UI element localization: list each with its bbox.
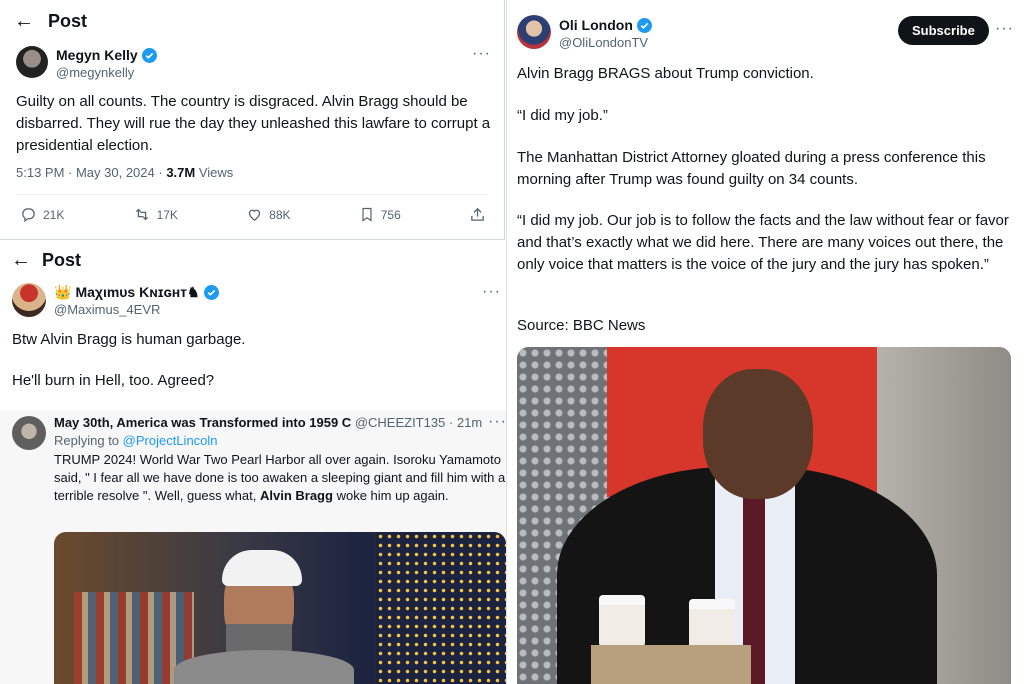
verified-badge-icon [141, 47, 157, 63]
reply-prefix: Replying to [54, 433, 120, 448]
back-arrow-icon[interactable]: ← [0, 10, 48, 33]
author-name-row: Megyn Kelly [56, 47, 157, 63]
post-paragraph-3: The Manhattan District Attorney gloated … [517, 149, 986, 188]
view-count: 3.7M [166, 165, 196, 180]
megyn-kelly-post: ← Post Megyn Kelly @megynkelly ··· Guilt… [0, 0, 505, 240]
views-label: Views [198, 165, 234, 180]
author-handle[interactable]: @OliLondonTV [559, 35, 648, 50]
repost-icon [135, 208, 148, 221]
maximus-knight-post: ← Post 👑 Maχιmυs Kɴɪɢʜᴛ♞ @Maximus_4EVR ·… [0, 241, 510, 413]
back-arrow-icon[interactable]: ← [0, 249, 42, 272]
white-cap-shape [222, 550, 302, 586]
post-paragraph-2: “I did my job.” [517, 107, 608, 124]
avatar[interactable] [517, 15, 551, 49]
attached-video-image[interactable] [54, 532, 506, 684]
page-title: Post [42, 249, 82, 270]
share-icon [471, 207, 484, 221]
post-header: ← Post [0, 0, 504, 42]
bookmark-count: 756 [380, 207, 401, 222]
reply-count: 21K [43, 207, 65, 222]
post-text-bold: Alvin Bragg [259, 488, 333, 503]
coffee-cup-right-shape [689, 599, 735, 651]
post-paragraph-4: “I did my job. Our job is to follow the … [517, 212, 1009, 273]
share-button[interactable] [469, 206, 486, 223]
reply-context: Replying to @ProjectLincoln [54, 433, 218, 448]
post-text: Guilty on all counts. The country is dis… [16, 93, 491, 154]
post-paragraph-1: Alvin Bragg BRAGS about Trump conviction… [517, 65, 814, 82]
action-bar: 21K 17K 88K 756 [20, 206, 486, 223]
heart-icon [249, 209, 261, 221]
coffee-cup-left-shape [599, 595, 645, 647]
reply-to-link[interactable]: @ProjectLincoln [123, 433, 218, 448]
verified-badge-icon [636, 17, 652, 33]
post-header: ← Post [0, 241, 510, 279]
post-text-part: woke him up again. [336, 488, 449, 503]
verified-badge-icon [203, 285, 219, 300]
subscribe-button[interactable]: Subscribe [898, 16, 989, 45]
reply-icon [22, 208, 35, 223]
face-shape [703, 369, 813, 499]
post-meta: 5:13 PM · May 30, 2024 · 3.7M Views [16, 165, 233, 180]
city-lights-shape [376, 532, 506, 684]
avatar[interactable] [12, 283, 46, 317]
post-paragraph-5: Source: BBC News [517, 317, 646, 334]
divider [16, 194, 488, 195]
author-name[interactable]: May 30th, America was Transformed into 1… [54, 415, 351, 430]
shirt-shape [174, 650, 354, 684]
attached-photo[interactable] [517, 347, 1011, 684]
like-count: 88K [269, 207, 291, 222]
author-name[interactable]: Maχιmυs Kɴɪɢʜᴛ♞ [75, 284, 199, 301]
author-name-row: 👑 Maχιmυs Kɴɪɢʜᴛ♞ [54, 284, 219, 301]
cheezit-reply-post: May 30th, America was Transformed into 1… [0, 410, 512, 684]
author-name[interactable]: Megyn Kelly [56, 47, 138, 63]
post-text: TRUMP 2024! World War Two Pearl Harbor a… [54, 451, 506, 505]
repost-button[interactable]: 17K [133, 206, 178, 223]
author-handle[interactable]: @megynkelly [56, 65, 134, 80]
cup-holder-shape [591, 645, 751, 684]
author-name-row: Oli London [559, 17, 652, 33]
reply-button[interactable]: 21K [20, 206, 64, 223]
author-name[interactable]: Oli London [559, 17, 633, 33]
author-handle[interactable]: @Maximus_4EVR [54, 302, 160, 317]
more-options-icon[interactable]: ··· [482, 283, 501, 301]
like-button[interactable]: 88K [246, 206, 291, 223]
more-options-icon[interactable]: ··· [488, 413, 507, 431]
crown-icon: 👑 [54, 284, 72, 300]
bookmark-button[interactable]: 756 [359, 206, 401, 223]
repost-count: 17K [156, 207, 178, 222]
post-text-line2: He'll burn in Hell, too. Agreed? [12, 372, 215, 389]
post-text-line1: Btw Alvin Bragg is human garbage. [12, 331, 246, 348]
more-options-icon[interactable]: ··· [472, 45, 491, 63]
bookmark-icon [362, 207, 372, 222]
avatar[interactable] [12, 416, 46, 450]
oli-london-post: Oli London @OliLondonTV Subscribe ··· Al… [506, 0, 1024, 684]
author-row: May 30th, America was Transformed into 1… [54, 415, 482, 430]
page-title: Post [48, 10, 88, 31]
avatar[interactable] [16, 46, 48, 78]
post-time[interactable]: 5:13 PM · May 30, 2024 · [16, 165, 163, 180]
author-handle[interactable]: @CHEEZIT135 · 21m [355, 415, 482, 430]
more-options-icon[interactable]: ··· [995, 20, 1014, 38]
